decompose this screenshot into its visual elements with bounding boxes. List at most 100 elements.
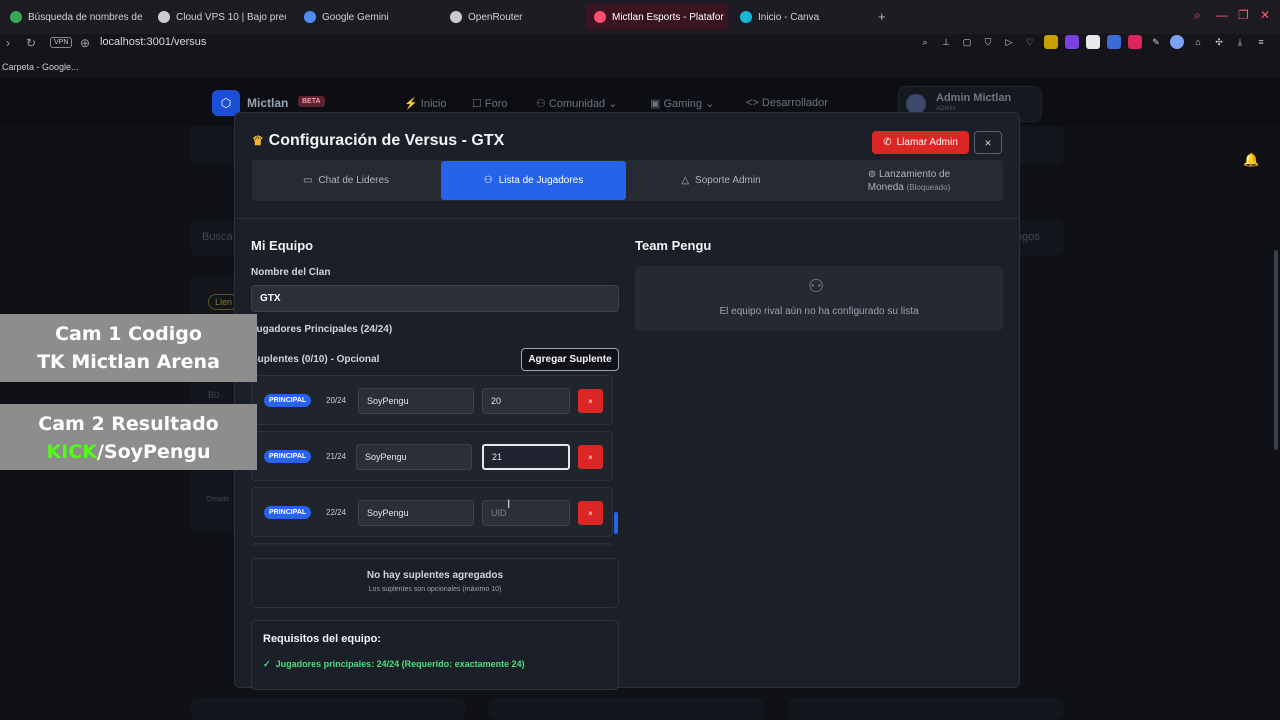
site-brand[interactable]: Mictlan bbox=[247, 96, 288, 110]
player-count: 22/24 bbox=[326, 508, 347, 517]
tab-label: Lanzamiento de bbox=[879, 168, 951, 180]
player-list-scrollbar[interactable] bbox=[614, 512, 618, 534]
tab-player-list[interactable]: ⚇ Lista de Jugadores bbox=[441, 161, 626, 200]
player-list[interactable]: PRINCIPAL 20/24 × PRINCIPAL 21/24 × PRIN… bbox=[251, 374, 619, 546]
tab-coin-toss[interactable]: ⊚ Lanzamiento de Moneda (Bloqueado) bbox=[816, 161, 1002, 200]
extension-purple-icon[interactable] bbox=[1065, 35, 1079, 49]
background-search-text: Busca bbox=[202, 231, 233, 243]
player-count: 21/24 bbox=[326, 452, 347, 461]
clan-name-input[interactable] bbox=[251, 285, 619, 312]
extension-red-icon[interactable] bbox=[1128, 35, 1142, 49]
call-admin-button[interactable]: ✆ Llamar Admin bbox=[872, 131, 969, 154]
cam2-line2: KICK/SoyPengu bbox=[0, 438, 257, 466]
maximize-icon[interactable]: ❐ bbox=[1238, 8, 1249, 22]
background-card bbox=[788, 698, 1064, 720]
remove-player-button[interactable]: × bbox=[578, 445, 603, 469]
cam2-channel: /SoyPengu bbox=[96, 441, 211, 463]
chat-icon: ▭ bbox=[302, 175, 313, 186]
principal-badge: PRINCIPAL bbox=[264, 450, 312, 463]
play-icon[interactable]: ▷ bbox=[1002, 35, 1016, 49]
cam2-line1: Cam 2 Resultado bbox=[38, 413, 219, 435]
puzzle-icon[interactable]: ✣ bbox=[1212, 35, 1226, 49]
browser-tab-mictlan[interactable]: Mictlan Esports - Platafor bbox=[586, 4, 728, 30]
rival-empty-text: El equipo rival aún no ha configurado su… bbox=[719, 306, 919, 317]
tab-title: Cloud VPS 10 | Bajo prec bbox=[176, 11, 286, 23]
remove-player-button[interactable]: × bbox=[578, 501, 603, 525]
player-nick-input[interactable] bbox=[358, 500, 474, 526]
player-uid-input[interactable] bbox=[482, 388, 570, 414]
principals-text: Jugadores Principales (24/24) bbox=[251, 324, 393, 335]
tab-coin-line2: Moneda (Bloqueado) bbox=[868, 181, 951, 194]
nav-label: Gaming bbox=[663, 98, 702, 110]
tab-chat-leaders[interactable]: ▭ Chat de Lideres bbox=[253, 161, 439, 200]
phone-icon: ✆ bbox=[883, 137, 892, 148]
tab-favicon-icon bbox=[450, 11, 462, 23]
browser-tab-canva[interactable]: Inicio - Canva bbox=[732, 4, 862, 30]
tab-title: Inicio - Canva bbox=[758, 11, 820, 23]
nav-label: Desarrollador bbox=[761, 97, 828, 109]
player-row: PRINCIPAL 21/24 × bbox=[251, 431, 613, 481]
background-card bbox=[190, 698, 466, 720]
player-nick-input[interactable] bbox=[358, 388, 474, 414]
nav-inicio[interactable]: ⚡ Inicio bbox=[404, 97, 446, 110]
no-subs-title: No hay suplentes agregados bbox=[366, 570, 504, 581]
browser-tab-search[interactable]: Búsqueda de nombres de bbox=[2, 4, 142, 30]
bookmark-icon[interactable]: ⌂ bbox=[1191, 35, 1205, 49]
page-scrollbar[interactable] bbox=[1274, 250, 1278, 450]
nav-label: Comunidad bbox=[548, 98, 606, 110]
modal-title: ♛ Configuración de Versus - GTX bbox=[252, 132, 504, 150]
player-row bbox=[251, 543, 613, 546]
bell-icon[interactable]: 🔔 bbox=[1243, 152, 1259, 168]
call-admin-label: Llamar Admin bbox=[896, 137, 958, 148]
extension-folder-icon[interactable] bbox=[1044, 35, 1058, 49]
download-icon[interactable]: ⤓ bbox=[1233, 35, 1247, 49]
screenshot-icon[interactable]: ▢ bbox=[960, 35, 974, 49]
divider bbox=[235, 218, 1019, 219]
clan-name-label: Nombre del Clan bbox=[251, 267, 331, 278]
subs-text: Suplentes (0/10) - Opcional bbox=[251, 354, 380, 365]
browser-tab-gemini[interactable]: Google Gemini bbox=[296, 4, 426, 30]
no-subs-box bbox=[251, 558, 619, 608]
player-nick-input[interactable] bbox=[356, 444, 472, 470]
player-uid-input-focused[interactable] bbox=[482, 444, 570, 470]
url-field[interactable]: localhost:3001/versus bbox=[100, 36, 206, 48]
new-tab-icon[interactable]: + bbox=[878, 9, 886, 24]
search-tabs-icon[interactable]: ⌕ bbox=[1194, 8, 1201, 23]
reload-icon[interactable]: ↻ bbox=[26, 36, 36, 50]
add-substitute-button[interactable]: Agregar Suplente bbox=[521, 348, 619, 371]
requirements-box bbox=[251, 620, 619, 690]
site-info-icon[interactable]: ⊕ bbox=[80, 36, 90, 50]
player-row: PRINCIPAL 20/24 × bbox=[251, 375, 613, 425]
player-uid-input[interactable] bbox=[482, 500, 570, 526]
zoom-icon[interactable]: ⌕ bbox=[918, 35, 932, 49]
browser-tab-openrouter[interactable]: OpenRouter bbox=[442, 4, 572, 30]
nav-label: Inicio bbox=[420, 98, 447, 110]
forward-icon[interactable]: › bbox=[6, 36, 10, 50]
modal-title-text: Configuración de Versus - GTX bbox=[268, 132, 505, 149]
browser-tab-vps[interactable]: Cloud VPS 10 | Bajo prec bbox=[150, 4, 286, 30]
pin-icon[interactable]: ⊥ bbox=[939, 35, 953, 49]
nav-foro[interactable]: ☐ Foro bbox=[472, 97, 508, 110]
pen-icon[interactable]: ✎ bbox=[1149, 35, 1163, 49]
shield-icon[interactable]: ⛉ bbox=[981, 35, 995, 49]
nav-comunidad[interactable]: ⚇ Comunidad ⌄ bbox=[536, 97, 617, 110]
vpn-badge[interactable]: VPN bbox=[50, 37, 73, 48]
player-count: 20/24 bbox=[326, 396, 347, 405]
nav-desarrollador[interactable]: <> Desarrollador bbox=[746, 97, 828, 109]
nav-gaming[interactable]: ▣ Gaming ⌄ bbox=[650, 97, 714, 110]
bookmark-folder[interactable]: Carpeta - Google... bbox=[2, 62, 79, 72]
extension-white-icon[interactable] bbox=[1086, 35, 1100, 49]
close-modal-button[interactable]: × bbox=[974, 131, 1002, 154]
menu-icon[interactable]: ≡ bbox=[1254, 35, 1268, 49]
tab-favicon-icon bbox=[10, 11, 22, 23]
user-name: Admin Mictlan bbox=[936, 92, 1012, 104]
close-window-icon[interactable]: ✕ bbox=[1260, 8, 1270, 22]
extension-circle-icon[interactable] bbox=[1170, 35, 1184, 49]
crown-icon: ♛ bbox=[252, 133, 264, 148]
extension-blue-icon[interactable] bbox=[1107, 35, 1121, 49]
heart-icon[interactable]: ♡ bbox=[1023, 35, 1037, 49]
remove-player-button[interactable]: × bbox=[578, 389, 603, 413]
tab-admin-support[interactable]: △ Soporte Admin bbox=[628, 161, 814, 200]
tab-favicon-icon bbox=[740, 11, 752, 23]
minimize-icon[interactable]: — bbox=[1216, 8, 1228, 22]
